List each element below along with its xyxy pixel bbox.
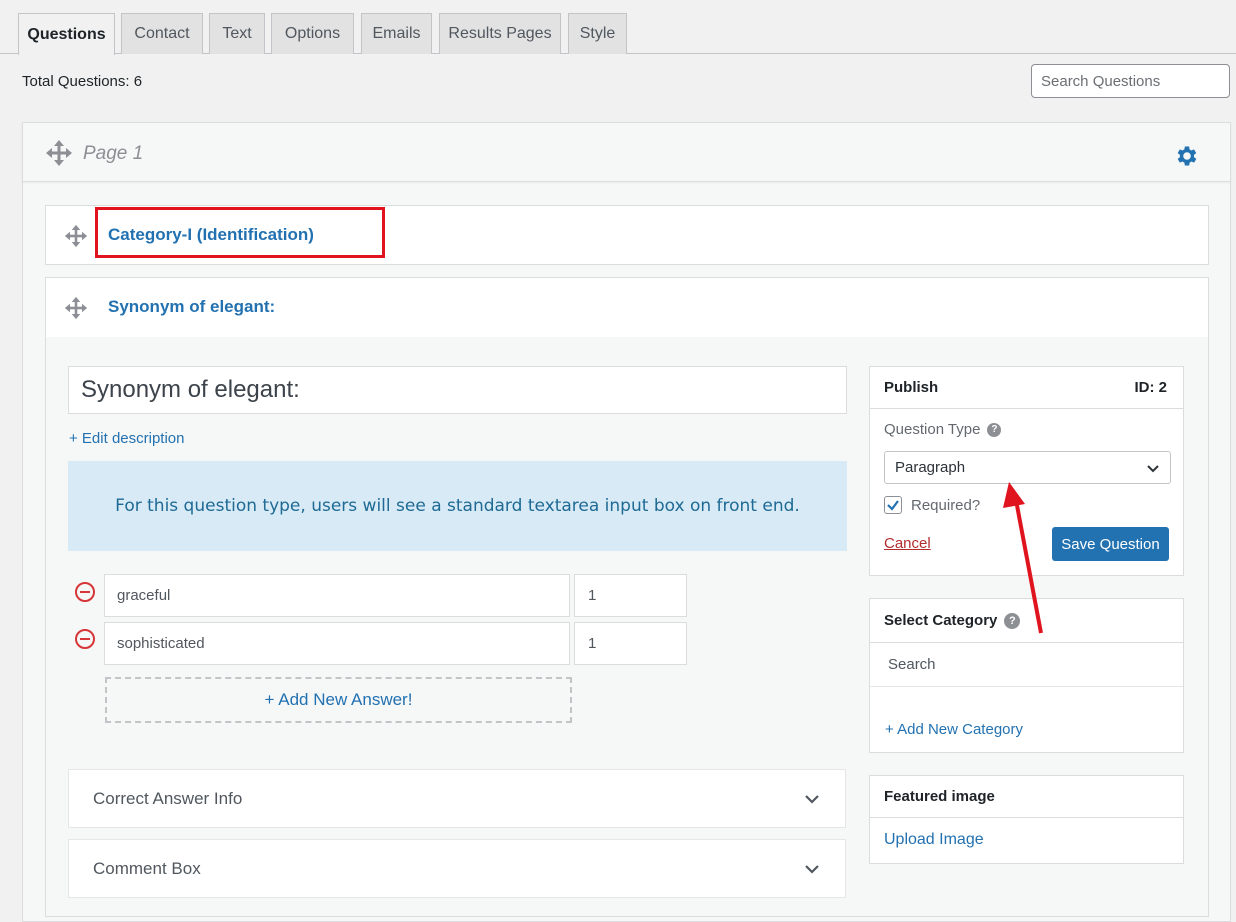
answer-text-input[interactable]: graceful xyxy=(104,574,570,617)
tab-label: Contact xyxy=(134,25,190,42)
remove-answer-icon[interactable] xyxy=(74,628,96,650)
tab-contact[interactable]: Contact xyxy=(121,13,203,54)
featured-image-box: Featured image xyxy=(869,775,1184,864)
tab-label: Questions xyxy=(27,25,106,43)
save-question-button[interactable]: Save Question xyxy=(1052,527,1169,561)
remove-answer-icon[interactable] xyxy=(74,581,96,603)
comment-box-accordion[interactable]: Comment Box xyxy=(68,839,846,898)
edit-description-link[interactable]: + Edit description xyxy=(69,430,184,447)
add-answer-label: + Add New Answer! xyxy=(264,690,413,709)
required-label: Required? xyxy=(911,496,981,514)
correct-answer-info-accordion[interactable]: Correct Answer Info xyxy=(68,769,846,828)
tab-label: Results Pages xyxy=(448,25,552,42)
add-answer-button[interactable]: + Add New Answer! xyxy=(105,677,572,723)
required-checkbox-row[interactable]: Required? xyxy=(884,496,980,514)
save-question-label: Save Question xyxy=(1061,535,1160,553)
search-questions-input[interactable] xyxy=(1031,64,1230,98)
move-icon[interactable] xyxy=(64,224,88,248)
answer-text: graceful xyxy=(117,587,171,604)
question-title[interactable]: Synonym of elegant: xyxy=(108,297,275,317)
page-header: Page 1 xyxy=(22,122,1231,182)
tab-label: Text xyxy=(222,25,252,42)
move-icon[interactable] xyxy=(64,296,88,320)
question-text-value: Synonym of elegant: xyxy=(81,376,300,403)
question-row[interactable]: Synonym of elegant: xyxy=(45,277,1209,338)
chevron-down-icon xyxy=(805,795,819,804)
help-icon[interactable]: ? xyxy=(987,422,1002,437)
question-text-input[interactable]: Synonym of elegant: xyxy=(68,366,847,414)
question-type-label: Question Type ? xyxy=(884,421,1002,438)
chevron-down-icon xyxy=(1147,465,1159,473)
tab-questions[interactable]: Questions xyxy=(18,13,115,55)
page-title: Page 1 xyxy=(83,143,144,164)
total-questions: Total Questions: 6 xyxy=(22,73,142,90)
annotation-arrow-icon xyxy=(1003,482,1043,634)
tab-style[interactable]: Style xyxy=(568,13,627,54)
publish-header: Publish ID: 2 xyxy=(870,367,1183,409)
answer-text: sophisticated xyxy=(117,635,205,652)
checkmark-icon xyxy=(887,500,899,511)
total-questions-label: Total Questions: xyxy=(22,73,130,90)
upload-image-link[interactable]: Upload Image xyxy=(884,831,984,849)
cancel-link[interactable]: Cancel xyxy=(884,535,931,552)
publish-title: Publish xyxy=(884,379,939,396)
question-type-info: For this question type, users will see a… xyxy=(68,461,847,551)
category-search-input[interactable]: Search xyxy=(870,643,1183,687)
accordion-label: Correct Answer Info xyxy=(93,788,243,808)
chevron-down-icon xyxy=(805,865,819,874)
add-new-category-link[interactable]: + Add New Category xyxy=(885,721,1023,738)
gear-icon[interactable] xyxy=(1174,143,1200,169)
tab-label: Emails xyxy=(372,25,421,42)
answer-points: 1 xyxy=(588,587,597,604)
tab-bar: Questions Contact Text Options Emails Re… xyxy=(0,0,1236,55)
answer-points-input[interactable]: 1 xyxy=(574,574,687,617)
required-checkbox[interactable] xyxy=(884,496,902,514)
question-type-value: Paragraph xyxy=(895,459,966,476)
accordion-label: Comment Box xyxy=(93,858,201,878)
tab-label: Style xyxy=(579,25,616,42)
move-icon[interactable] xyxy=(45,139,73,167)
tab-text[interactable]: Text xyxy=(209,13,265,54)
question-type-label-text: Question Type xyxy=(884,421,981,438)
tab-emails[interactable]: Emails xyxy=(361,13,432,54)
tab-label: Options xyxy=(284,25,341,42)
info-text: For this question type, users will see a… xyxy=(115,496,800,516)
category-title: Select Category xyxy=(884,612,998,629)
highlight-box xyxy=(95,207,385,258)
question-id: ID: 2 xyxy=(1134,379,1167,396)
featured-image-header: Featured image xyxy=(870,776,1183,818)
total-questions-count: 6 xyxy=(133,73,143,90)
featured-image-title: Featured image xyxy=(884,788,995,805)
answer-text-input[interactable]: sophisticated xyxy=(104,622,570,665)
tab-options[interactable]: Options xyxy=(271,13,354,54)
category-search-placeholder: Search xyxy=(888,656,936,673)
tab-results-pages[interactable]: Results Pages xyxy=(439,13,561,54)
answer-points: 1 xyxy=(588,635,597,652)
answer-points-input[interactable]: 1 xyxy=(574,622,687,665)
